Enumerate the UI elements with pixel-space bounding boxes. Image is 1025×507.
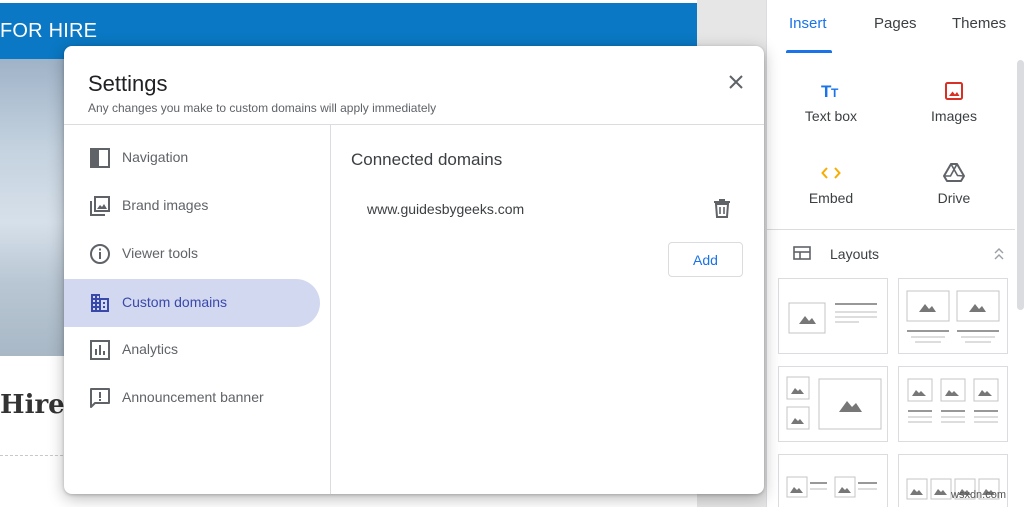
nav-item-custom-domains[interactable]: Custom domains [64, 279, 320, 327]
dialog-header-divider [64, 124, 764, 125]
analytics-icon [88, 338, 112, 362]
side-panel: Insert Pages Themes TT Text box Images E… [766, 0, 1025, 507]
side-panel-divider [767, 229, 1015, 230]
tab-themes[interactable]: Themes [952, 15, 1006, 32]
connected-domain: www.guidesbygeeks.com [367, 201, 525, 217]
nav-item-label: Navigation [122, 149, 189, 165]
domain-icon [88, 291, 112, 315]
nav-item-navigation[interactable]: Navigation [64, 134, 320, 182]
insert-item-label: Embed [808, 190, 854, 206]
layout-option-1[interactable] [778, 278, 888, 354]
dialog-subtitle: Any changes you make to custom domains w… [88, 101, 437, 115]
nav-item-announcement-banner[interactable]: Announcement banner [64, 374, 320, 422]
section-title: Connected domains [351, 150, 503, 169]
nav-item-brand-images[interactable]: Brand images [64, 182, 320, 230]
settings-dialog: Settings Any changes you make to custom … [64, 46, 764, 494]
svg-text:T: T [831, 86, 839, 100]
tab-pages[interactable]: Pages [874, 15, 917, 32]
drive-icon [899, 160, 1009, 186]
side-panel-tabs: Insert Pages Themes [767, 0, 1025, 54]
layout-option-4[interactable] [898, 366, 1008, 442]
dialog-nav-divider [330, 125, 331, 494]
nav-item-viewer-tools[interactable]: Viewer tools [64, 230, 320, 278]
insert-item-label: Drive [937, 190, 971, 206]
layouts-label: Layouts [830, 246, 880, 262]
nav-item-label: Brand images [122, 197, 209, 213]
nav-item-label: Custom domains [122, 294, 228, 310]
add-domain-button[interactable]: Add [668, 242, 743, 277]
side-panel-scrollbar[interactable] [1015, 54, 1025, 507]
nav-item-label: Announcement banner [122, 389, 264, 405]
insert-item-label: Images [931, 108, 977, 124]
tab-insert[interactable]: Insert [789, 15, 827, 32]
nav-item-label: Viewer tools [122, 245, 199, 261]
navigation-icon [88, 146, 112, 170]
layout-option-3[interactable] [778, 366, 888, 442]
watermark: wsxdn.com [951, 489, 1007, 501]
insert-text-box[interactable]: TT Text box [776, 78, 886, 124]
dialog-title: Settings [88, 71, 168, 96]
nav-item-label: Analytics [122, 341, 179, 357]
layouts-header[interactable]: Layouts [767, 238, 1015, 268]
layout-option-2[interactable] [898, 278, 1008, 354]
layouts-icon [793, 246, 811, 265]
insert-embed[interactable]: Embed [776, 160, 886, 206]
close-button[interactable] [724, 70, 748, 94]
layout-option-5[interactable] [778, 454, 888, 507]
insert-item-label: Text box [804, 108, 858, 124]
scrollbar-thumb[interactable] [1017, 60, 1024, 310]
brand-images-icon [88, 194, 112, 218]
banner-text: FOR HIRE [0, 20, 98, 42]
delete-domain-button[interactable] [710, 196, 734, 220]
trash-icon [714, 199, 730, 218]
nav-item-analytics[interactable]: Analytics [64, 326, 320, 374]
insert-drive[interactable]: Drive [899, 160, 1009, 206]
active-tab-indicator [786, 50, 832, 53]
chevron-up-icon[interactable] [993, 246, 1005, 267]
text-box-icon: TT [776, 78, 886, 104]
insert-images[interactable]: Images [899, 78, 1009, 124]
close-icon [729, 75, 743, 89]
announcement-icon [88, 386, 112, 410]
embed-code-icon [776, 160, 886, 186]
image-icon [899, 78, 1009, 104]
info-icon [88, 242, 112, 266]
